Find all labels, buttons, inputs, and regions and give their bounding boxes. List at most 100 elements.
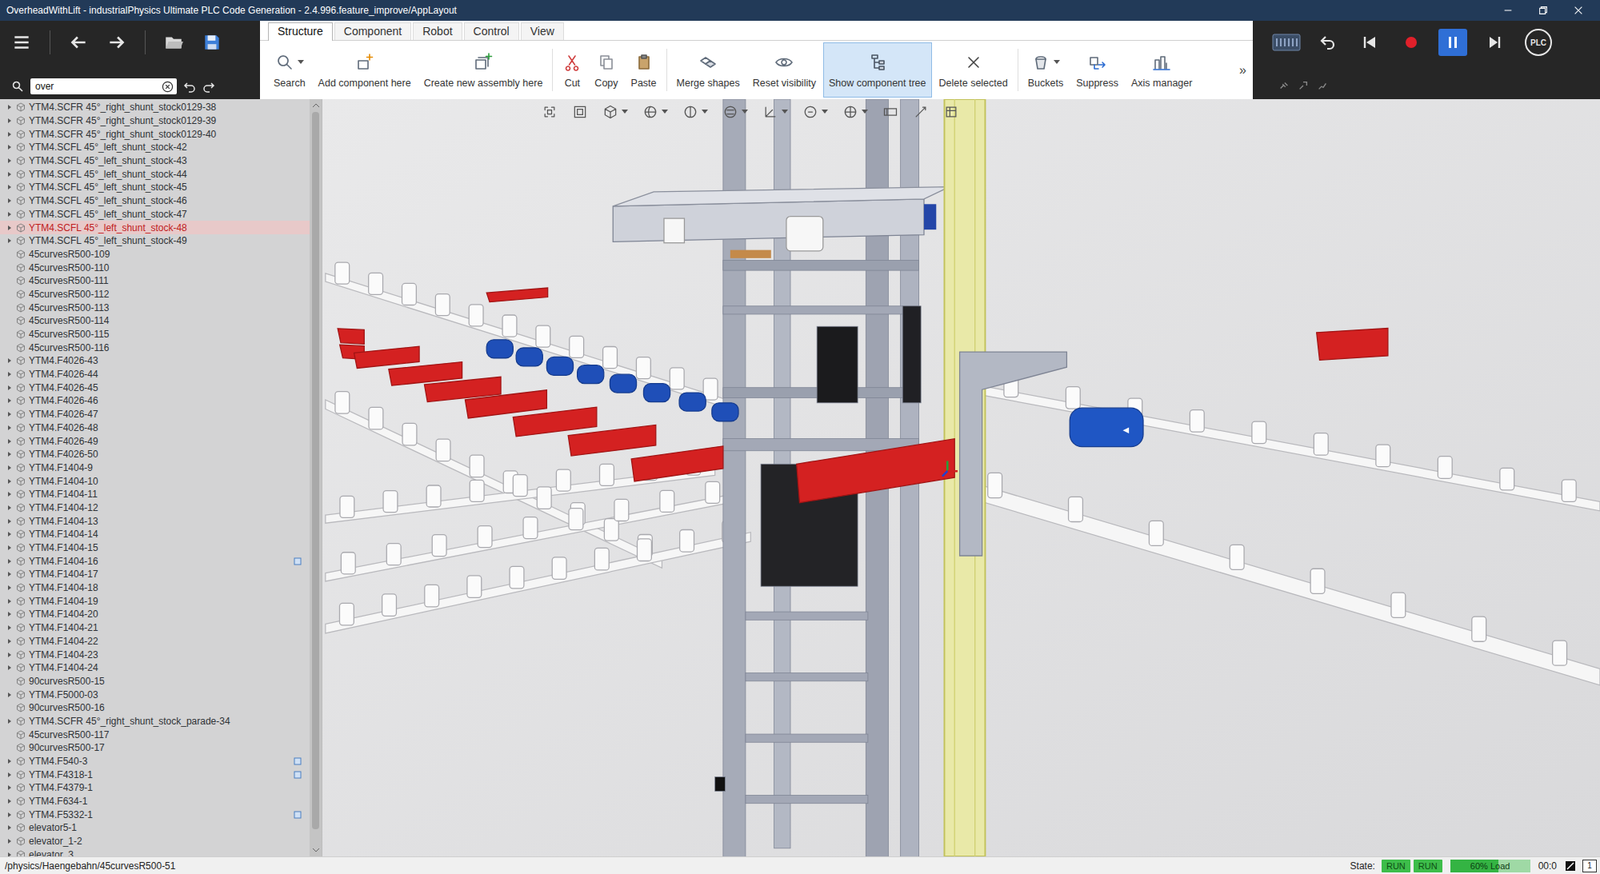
undo-icon[interactable] bbox=[183, 80, 196, 93]
expand-arrow-icon[interactable] bbox=[6, 171, 13, 178]
save-icon[interactable] bbox=[201, 32, 223, 53]
expand-arrow-icon[interactable] bbox=[6, 424, 13, 432]
tree-row[interactable]: YTM4.F4026-45 bbox=[0, 380, 310, 395]
expand-arrow-icon[interactable] bbox=[6, 237, 13, 244]
tree-row[interactable]: YTM4.SCFL 45°_left_shunt_stock-48 bbox=[0, 220, 310, 235]
view-tool-button[interactable] bbox=[572, 104, 588, 120]
link-icon[interactable] bbox=[1297, 80, 1309, 92]
ribbon-button[interactable]: Delete selected bbox=[933, 42, 1014, 98]
tree-scrollbar[interactable] bbox=[309, 99, 322, 857]
tree-row[interactable]: 45curvesR500-113 bbox=[0, 300, 310, 315]
tree-row[interactable]: YTM4.SCFR 45°_right_shunt_stock0129-40 bbox=[0, 127, 310, 141]
expand-arrow-icon[interactable] bbox=[6, 571, 13, 578]
tree-row[interactable]: YTM4.SCFL 45°_left_shunt_stock-47 bbox=[0, 208, 310, 222]
tree-row[interactable]: YTM4.F4026-47 bbox=[0, 408, 310, 422]
tree-row[interactable]: YTM4.F4026-43 bbox=[0, 354, 310, 368]
expand-arrow-icon[interactable] bbox=[6, 692, 13, 699]
expand-arrow-icon[interactable] bbox=[6, 638, 13, 645]
scene-render[interactable] bbox=[322, 99, 1600, 857]
expand-arrow-icon[interactable] bbox=[6, 117, 13, 124]
ribbon-tab[interactable]: Control bbox=[464, 22, 520, 40]
expand-arrow-icon[interactable] bbox=[6, 131, 13, 138]
ribbon-button[interactable]: Show component tree bbox=[823, 42, 932, 98]
tree-row[interactable]: YTM4.F1404-17 bbox=[0, 568, 310, 582]
expand-arrow-icon[interactable] bbox=[6, 798, 13, 805]
simulation-button[interactable] bbox=[1272, 28, 1301, 56]
dropdown-caret-icon[interactable] bbox=[621, 109, 628, 115]
expand-arrow-icon[interactable] bbox=[6, 718, 13, 725]
tree-row[interactable]: YTM4.SCFL 45°_left_shunt_stock-42 bbox=[0, 140, 310, 155]
tree-row[interactable]: YTM4.SCFL 45°_left_shunt_stock-49 bbox=[0, 234, 310, 248]
notification-badge[interactable]: 1 bbox=[1582, 860, 1597, 873]
expand-arrow-icon[interactable] bbox=[6, 558, 13, 565]
tree-row[interactable]: YTM4.F1404-21 bbox=[0, 621, 310, 636]
expand-arrow-icon[interactable] bbox=[6, 104, 13, 111]
tree-row[interactable]: YTM4.F634-1 bbox=[0, 795, 310, 809]
tree-row[interactable]: YTM4.F1404-18 bbox=[0, 581, 310, 596]
tree-row[interactable]: YTM4.F1404-24 bbox=[0, 661, 310, 676]
expand-arrow-icon[interactable] bbox=[6, 397, 13, 404]
expand-arrow-icon[interactable] bbox=[6, 491, 13, 498]
dropdown-caret-icon[interactable] bbox=[1053, 60, 1060, 65]
expand-arrow-icon[interactable] bbox=[6, 184, 13, 191]
tree-row[interactable]: 45curvesR500-111 bbox=[0, 274, 310, 288]
simulation-button[interactable] bbox=[1313, 28, 1343, 56]
tree-row[interactable]: YTM4.F5332-1 bbox=[0, 808, 310, 822]
tree-row[interactable]: YTM4.F1404-11 bbox=[0, 488, 310, 502]
tree-row[interactable]: YTM4.SCFL 45°_left_shunt_stock-45 bbox=[0, 180, 310, 195]
restore-icon[interactable] bbox=[1537, 4, 1549, 16]
tree-row[interactable]: YTM4.F1404-20 bbox=[0, 608, 310, 622]
ribbon-button[interactable]: Copy bbox=[588, 42, 624, 98]
tree-row[interactable]: 45curvesR500-117 bbox=[0, 728, 310, 742]
dropdown-caret-icon[interactable] bbox=[661, 109, 668, 115]
fullscreen-icon[interactable] bbox=[1564, 860, 1576, 872]
view-tool-button[interactable] bbox=[541, 104, 558, 120]
tree-row[interactable]: 90curvesR500-15 bbox=[0, 675, 310, 689]
ribbon-button[interactable]: Merge shapes bbox=[671, 42, 746, 98]
tree-row[interactable]: YTM4.SCFL 45°_left_shunt_stock-46 bbox=[0, 194, 310, 208]
expand-arrow-icon[interactable] bbox=[6, 544, 13, 552]
dropdown-caret-icon[interactable] bbox=[297, 60, 304, 65]
minimize-icon[interactable] bbox=[1502, 4, 1514, 16]
expand-arrow-icon[interactable] bbox=[6, 357, 13, 364]
tree-row[interactable]: YTM4.SCFR 45°_right_shunt_stock_parade-3… bbox=[0, 715, 310, 729]
expand-arrow-icon[interactable] bbox=[6, 478, 13, 485]
tree-row[interactable]: elevator_3 bbox=[0, 848, 310, 858]
expand-arrow-icon[interactable] bbox=[6, 384, 13, 392]
tree-search-input[interactable] bbox=[33, 79, 162, 94]
expand-arrow-icon[interactable] bbox=[6, 371, 13, 378]
expand-arrow-icon[interactable] bbox=[6, 518, 13, 525]
tree-row[interactable]: elevator5-1 bbox=[0, 821, 310, 836]
view-tool-button[interactable] bbox=[722, 104, 748, 120]
expand-arrow-icon[interactable] bbox=[6, 464, 13, 472]
simulation-button[interactable] bbox=[1480, 28, 1509, 56]
expand-arrow-icon[interactable] bbox=[6, 812, 13, 819]
menu-icon[interactable] bbox=[11, 32, 32, 53]
expand-arrow-icon[interactable] bbox=[6, 664, 13, 672]
tree-row[interactable]: 45curvesR500-115 bbox=[0, 328, 310, 342]
expand-arrow-icon[interactable] bbox=[6, 224, 13, 232]
tree-row[interactable]: YTM4.F4026-44 bbox=[0, 368, 310, 382]
tree-row[interactable]: 45curvesR500-112 bbox=[0, 288, 310, 302]
tree-row[interactable]: YTM4.F4026-46 bbox=[0, 394, 310, 408]
tree-row[interactable]: YTM4.F4026-50 bbox=[0, 448, 310, 462]
ribbon-button[interactable]: Cut bbox=[556, 42, 588, 98]
tree-row[interactable]: YTM4.F1404-10 bbox=[0, 474, 310, 488]
tree-row[interactable]: YTM4.SCFL 45°_left_shunt_stock-44 bbox=[0, 167, 310, 181]
view-tool-button[interactable] bbox=[943, 104, 960, 120]
view-tool-button[interactable] bbox=[842, 104, 868, 120]
tree-row[interactable]: YTM4.F1404-14 bbox=[0, 528, 310, 542]
expand-arrow-icon[interactable] bbox=[6, 531, 13, 538]
ribbon-button[interactable]: Paste bbox=[625, 42, 663, 98]
tree-row[interactable]: YTM4.F4026-49 bbox=[0, 434, 310, 448]
ribbon-tab[interactable]: Robot bbox=[412, 22, 462, 40]
expand-arrow-icon[interactable] bbox=[6, 598, 13, 605]
connect-icon[interactable] bbox=[1278, 80, 1290, 92]
tree-row[interactable]: elevator_1-2 bbox=[0, 835, 310, 849]
expand-arrow-icon[interactable] bbox=[6, 144, 13, 151]
folder-open-icon[interactable] bbox=[163, 32, 184, 53]
ribbon-button[interactable]: Suppress bbox=[1070, 42, 1124, 98]
tree-row[interactable]: 45curvesR500-114 bbox=[0, 314, 310, 328]
tree-row[interactable]: YTM4.F5000-03 bbox=[0, 688, 310, 702]
tree-row[interactable]: YTM4.F1404-13 bbox=[0, 514, 310, 528]
